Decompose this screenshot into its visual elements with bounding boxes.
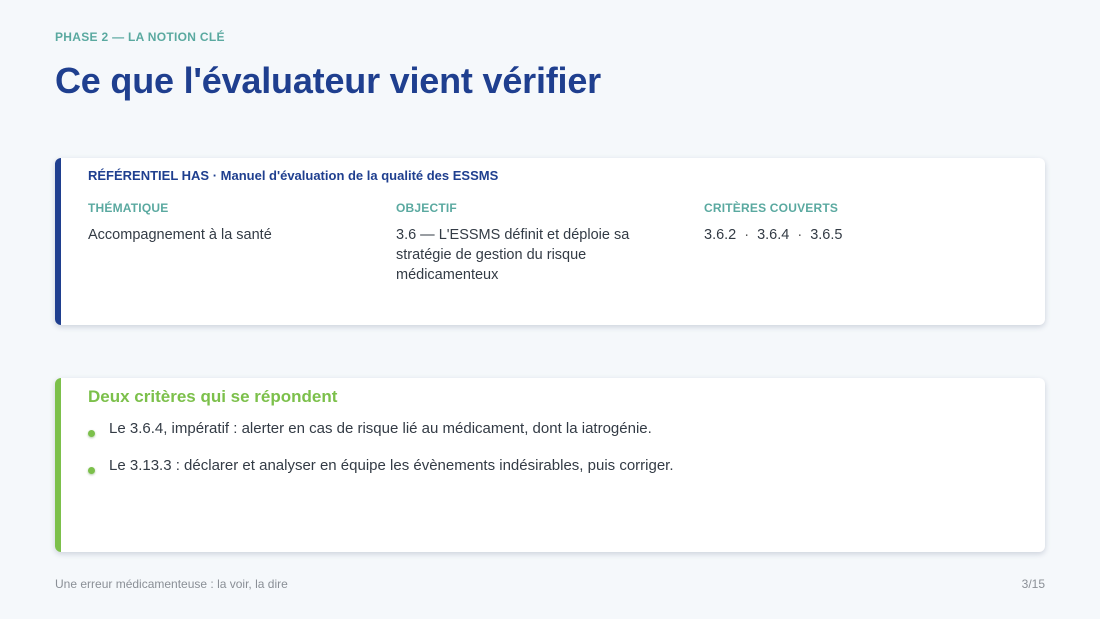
referentiel-title: RÉFÉRENTIEL HAS · Manuel d'évaluation de…: [88, 168, 499, 183]
column-thematique: THÉMATIQUE Accompagnement à la santé: [88, 201, 368, 245]
criteres-title: Deux critères qui se répondent: [88, 387, 338, 406]
page-title: Ce que l'évaluateur vient vérifier: [55, 60, 601, 101]
list-item: Le 3.6.4, impératif : alerter en cas de …: [88, 419, 674, 439]
page-number: 3/15: [1021, 577, 1045, 591]
critere-item: 3.6.4: [757, 227, 790, 243]
list-item: Le 3.13.3 : déclarer et analyser en équi…: [88, 456, 674, 476]
criteres-couverts-list: 3.6.2 · 3.6.4 · 3.6.5: [704, 225, 984, 245]
thematique-label: THÉMATIQUE: [88, 201, 169, 215]
footer-title: Une erreur médicamenteuse : la voir, la …: [55, 577, 288, 591]
bullet-dot-icon: [88, 467, 95, 474]
critere-item: 3.6.5: [810, 227, 843, 243]
referentiel-accent-bar: [55, 158, 61, 325]
referentiel-card: RÉFÉRENTIEL HAS · Manuel d'évaluation de…: [55, 158, 1045, 325]
criteres-bullet-list: Le 3.6.4, impératif : alerter en cas de …: [88, 419, 674, 493]
thematique-value: Accompagnement à la santé: [88, 227, 272, 243]
column-objectif: OBJECTIF 3.6 — L'ESSMS définit et déploi…: [396, 201, 666, 285]
eyebrow-label: PHASE 2 — LA NOTION CLÉ: [55, 30, 225, 44]
bullet-text: Le 3.13.3 : déclarer et analyser en équi…: [109, 457, 674, 474]
criteres-accent-bar: [55, 378, 61, 552]
critere-item: 3.6.2: [704, 227, 737, 243]
critere-separator: ·: [744, 227, 750, 243]
bullet-text: Le 3.6.4, impératif : alerter en cas de …: [109, 420, 652, 437]
objectif-label: OBJECTIF: [396, 201, 457, 215]
criteres-card: Deux critères qui se répondent Le 3.6.4,…: [55, 378, 1045, 552]
critere-separator: ·: [797, 227, 803, 243]
criteres-couverts-label: CRITÈRES COUVERTS: [704, 201, 839, 215]
column-criteres-couverts: CRITÈRES COUVERTS 3.6.2 · 3.6.4 · 3.6.5: [704, 201, 984, 245]
objectif-value: 3.6 — L'ESSMS définit et déploie sa stra…: [396, 227, 630, 283]
bullet-dot-icon: [88, 430, 95, 437]
